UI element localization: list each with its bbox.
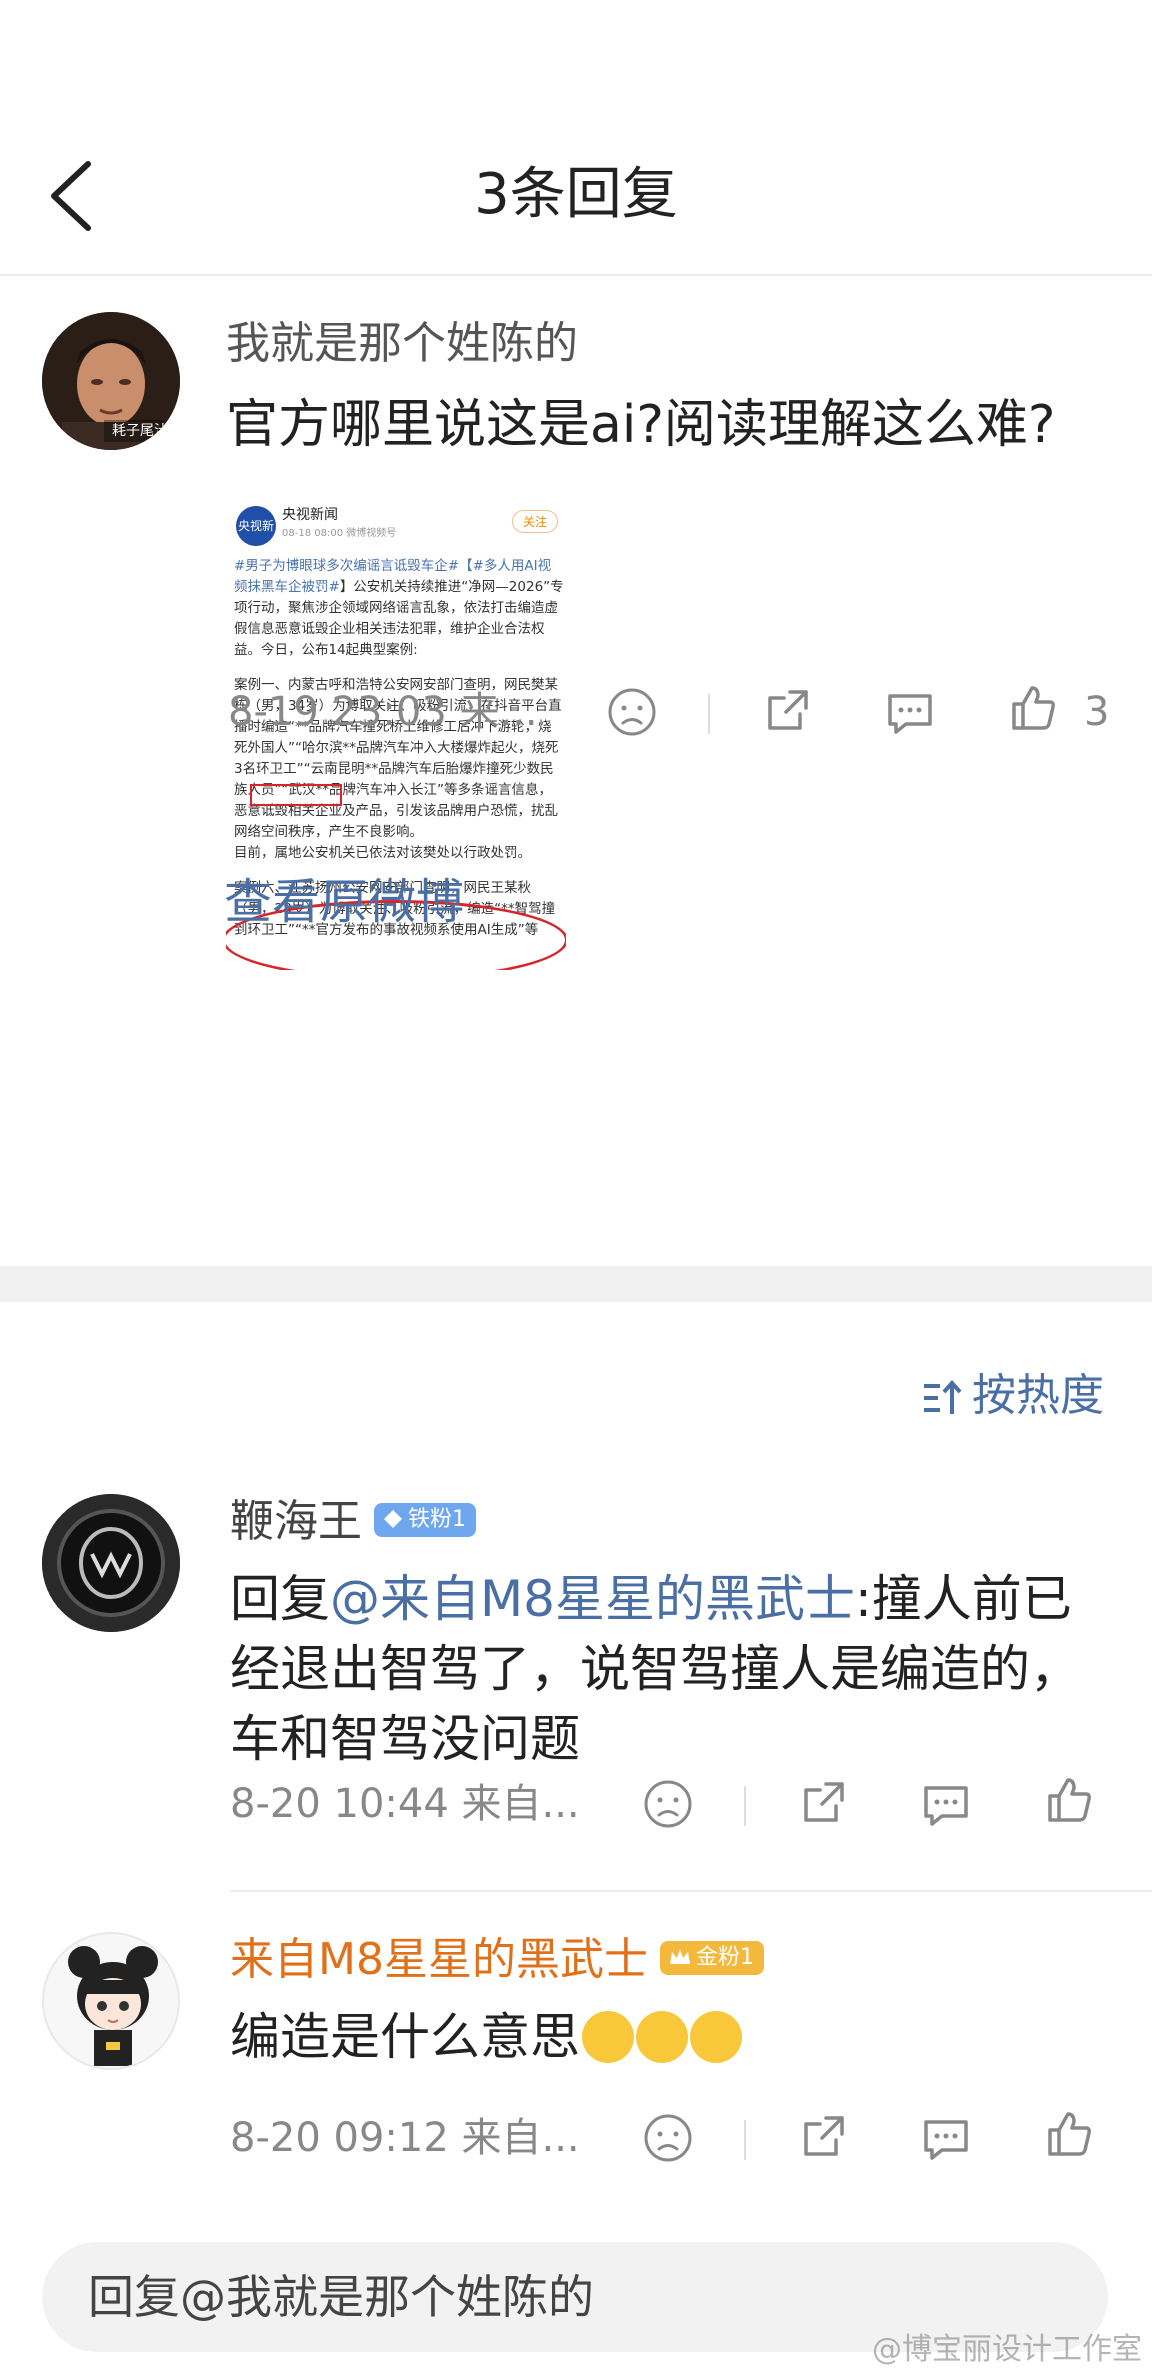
cctv-news-logo: 央视新闻 <box>236 506 276 573</box>
frown-icon <box>644 1780 692 1828</box>
dislike-button[interactable] <box>604 684 660 740</box>
like-button[interactable] <box>1006 680 1062 736</box>
separator <box>744 2120 746 2160</box>
sort-icon <box>924 1379 962 1414</box>
fan-badge-label: 铁粉1 <box>408 1507 466 1532</box>
thumbs-up-icon <box>1012 686 1055 730</box>
comment-text: 官方哪里说这是ai?阅读理解这么难? <box>226 395 1056 455</box>
comment-button[interactable] <box>882 684 938 740</box>
like-button[interactable] <box>1042 2106 1098 2162</box>
comment-icon <box>888 694 932 734</box>
sort-by-hot-button[interactable]: 按热度 <box>920 1366 1104 1426</box>
fan-badge: 金粉1 <box>659 1941 764 1975</box>
comment-icon <box>924 2120 968 2160</box>
avatar[interactable] <box>42 1932 180 2070</box>
image-tag: #男子为博眼球多次编谣言诋毁车企# <box>234 558 460 574</box>
thumbs-up-icon <box>1048 2112 1091 2156</box>
reply-input-placeholder: 回复@我就是那个姓陈的 <box>88 2270 594 2324</box>
frown-icon <box>644 2114 692 2162</box>
reply-username-text: 鞭海王 <box>230 1496 362 1547</box>
sort-label: 按热度 <box>972 1370 1104 1421</box>
separator <box>744 1786 746 1826</box>
avatar-caption: 耗子尾汁 <box>112 423 168 439</box>
thinking-emoji-icon <box>582 2010 634 2063</box>
share-button[interactable] <box>760 682 816 738</box>
avatar[interactable]: 耗子尾汁 <box>42 312 180 450</box>
main-comment: 耗子尾汁 我就是那个姓陈的 官方哪里说这是ai?阅读理解这么难? 央视新闻 央视… <box>0 276 1152 1266</box>
like-count: 3 <box>1084 689 1110 735</box>
fan-badge: 铁粉1 <box>374 1503 476 1537</box>
reply-prefix: 回复 <box>230 1570 330 1628</box>
avatar[interactable] <box>42 1494 180 1632</box>
separator <box>708 694 710 734</box>
reply-username[interactable]: 来自M8星星的黑武士 金粉1 <box>230 1932 764 1988</box>
share-icon <box>804 1782 844 1822</box>
thinking-emoji-icon <box>690 2010 742 2063</box>
reply-divider <box>230 1890 1152 1892</box>
car-logo-avatar <box>42 1494 180 1632</box>
mention-link[interactable]: @来自M8星星的黑武士 <box>330 1570 855 1628</box>
view-original-link[interactable]: 查看原微博 <box>224 872 464 932</box>
image-time: 08-18 08:00 微博视频号 <box>282 528 397 539</box>
frown-icon <box>608 688 656 736</box>
reply-username[interactable]: 鞭海王 铁粉1 <box>230 1494 476 1550</box>
header: 3条回复 <box>0 0 1152 276</box>
comment-button[interactable] <box>918 1776 974 1832</box>
reply-time: 8-20 09:12 来自... <box>230 2115 580 2161</box>
reply-item: 来自M8星星的黑武士 金粉1 编造是什么意思 8-20 09:12 来自... <box>0 1932 1152 2212</box>
red-highlight-box <box>250 784 342 806</box>
comment-icon <box>924 1786 968 1826</box>
dislike-button[interactable] <box>640 1776 696 1832</box>
thumbs-up-icon <box>1048 1778 1091 1822</box>
crown-icon <box>669 1949 690 1964</box>
share-icon <box>804 2116 844 2156</box>
page-title: 3条回复 <box>474 162 678 227</box>
reply-text: 回复@来自M8星星的黑武士:撞人前已经退出智驾了，说智驾撞人是编造的，车和智驾没… <box>230 1564 1110 1774</box>
comment-username[interactable]: 我就是那个姓陈的 <box>226 316 578 372</box>
comment-time: 8-19 23:03 来... <box>228 689 538 735</box>
diamond-icon <box>384 1510 402 1528</box>
reply-body: 编造是什么意思 <box>230 2008 580 2066</box>
share-button[interactable] <box>796 2108 852 2164</box>
reply-text: 编造是什么意思 <box>230 2002 1110 2072</box>
watermark: @博宝丽设计工作室 <box>872 2332 1142 2367</box>
section-divider <box>0 1266 1152 1302</box>
comment-button[interactable] <box>918 2110 974 2166</box>
reply-time: 8-20 10:44 来自... <box>230 1781 580 1827</box>
fan-badge-label: 金粉1 <box>695 1945 754 1970</box>
image-follow-label: 关注 <box>511 510 558 533</box>
reply-thread-page: 3条回复 耗子尾汁 我就是那个姓陈的 官方哪里说这是ai?阅读理解这么难? 央视… <box>0 0 1152 2376</box>
reply-username-text: 来自M8星星的黑武士 <box>230 1934 648 1985</box>
image-source: 央视新闻 <box>282 507 338 523</box>
thinking-emoji-icon <box>636 2010 688 2063</box>
like-button[interactable] <box>1042 1772 1098 1828</box>
dislike-button[interactable] <box>640 2110 696 2166</box>
anime-girl-avatar <box>44 1934 178 2068</box>
image-para3: 目前，属地公安机关已依法对该樊处以行政处罚。 <box>234 845 531 861</box>
share-icon <box>768 690 808 730</box>
share-button[interactable] <box>796 1774 852 1830</box>
reply-item: 鞭海王 铁粉1 回复@来自M8星星的黑武士:撞人前已经退出智驾了，说智驾撞人是编造… <box>0 1494 1152 1894</box>
